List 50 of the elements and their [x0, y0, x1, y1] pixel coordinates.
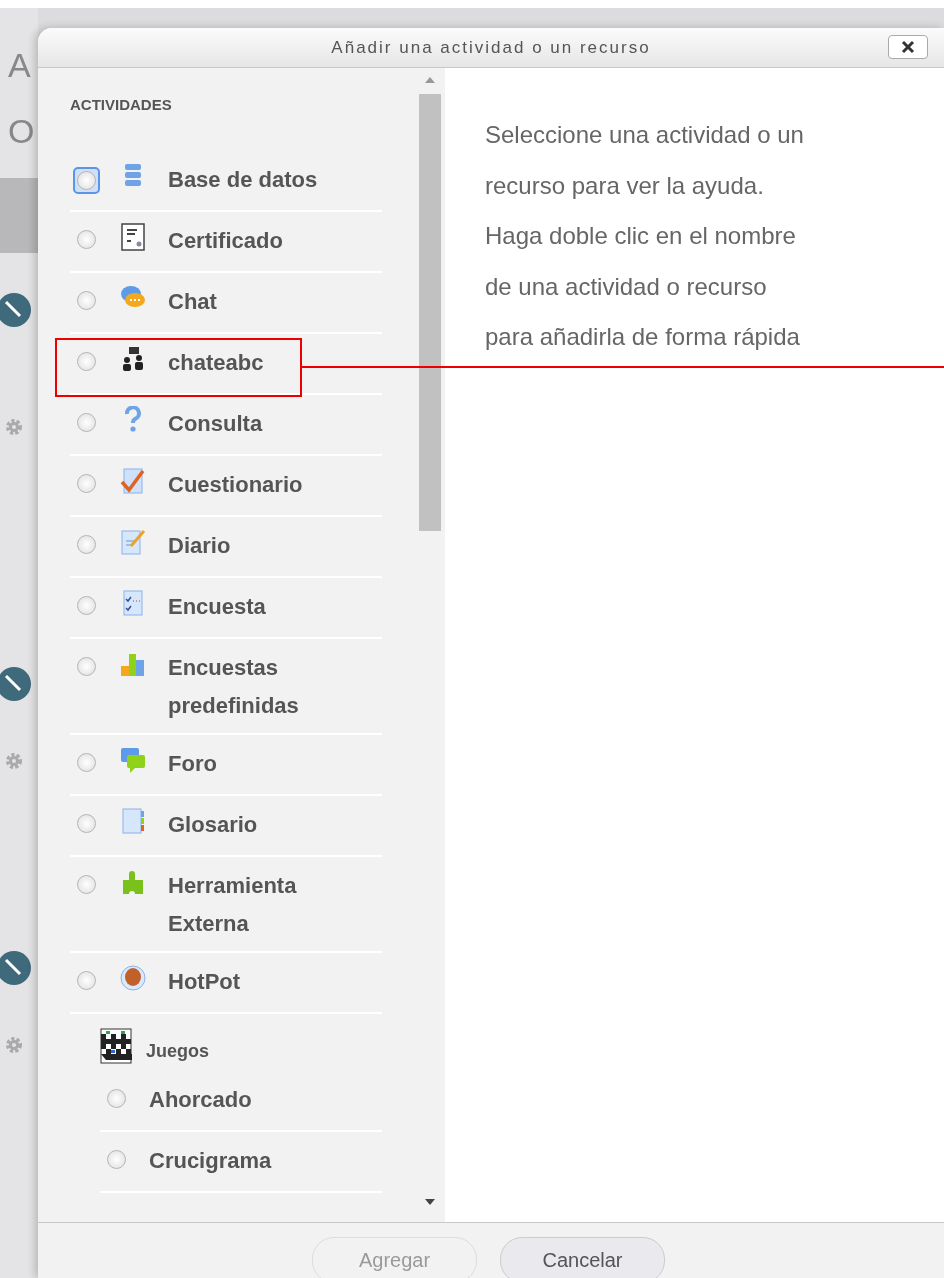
heading-letter: O [8, 114, 35, 148]
option-label[interactable]: Cuestionario [168, 465, 382, 504]
scroll-down-arrow-icon[interactable] [424, 1198, 436, 1206]
option-label[interactable]: Herramienta Externa [168, 866, 382, 943]
radio-button[interactable] [77, 970, 96, 990]
option-label[interactable]: Crucigrama [149, 1141, 382, 1180]
help-text: Seleccione una actividad o un recurso para ver la ayuda. Haga doble clic en el nombre de una actividad o recurso para añadirla de forma rápida [485, 120, 805, 352]
option-label[interactable]: Base de datos [168, 160, 382, 199]
close-icon [900, 39, 916, 55]
radio-button[interactable] [107, 1088, 126, 1108]
radio-button[interactable] [77, 813, 96, 833]
scrollbar-thumb[interactable] [419, 94, 441, 531]
option-label[interactable]: Encuesta [168, 587, 382, 626]
checkerboard-icon [100, 1028, 132, 1064]
radio-button[interactable] [77, 534, 96, 554]
gear-icon[interactable] [4, 751, 24, 771]
close-button[interactable] [888, 35, 928, 59]
checked-document-icon [119, 466, 147, 495]
option-label[interactable]: Foro [168, 744, 382, 783]
certificate-icon [119, 222, 147, 251]
option-label[interactable]: chateabc [168, 343, 382, 382]
pencil-document-icon [119, 527, 147, 556]
dialog-title: Añadir una actividad o un recurso [331, 36, 651, 59]
option-label[interactable]: Ahorcado [149, 1080, 382, 1119]
heading-letter: A [8, 48, 31, 82]
radio-button[interactable] [77, 874, 96, 894]
option-label[interactable]: Chat [168, 282, 382, 321]
dialog-button[interactable]: Cancelar [500, 1237, 665, 1278]
option-label[interactable]: Certificado [168, 221, 382, 260]
radio-button[interactable] [77, 412, 96, 432]
book-icon [119, 806, 147, 835]
radio-button[interactable] [77, 595, 96, 615]
option-label[interactable]: HotPot [168, 962, 382, 1001]
radio-button[interactable] [77, 473, 96, 493]
radio-button[interactable] [77, 656, 96, 676]
option-label[interactable]: Encuestas predefinidas [168, 648, 382, 725]
radio-button[interactable] [77, 290, 96, 310]
option-label[interactable]: Consulta [168, 404, 382, 443]
radio-button[interactable] [77, 229, 96, 249]
option-label[interactable]: Diario [168, 526, 382, 565]
speech-bubbles-icon [119, 745, 147, 774]
gear-icon[interactable] [4, 1035, 24, 1055]
radio-button[interactable] [77, 752, 96, 772]
section-heading: ACTIVIDADES [70, 95, 173, 115]
option-label[interactable]: Glosario [168, 805, 382, 844]
radio-button[interactable] [77, 351, 96, 371]
gear-icon[interactable] [4, 417, 24, 437]
scroll-up-arrow-icon[interactable] [424, 76, 436, 84]
group-label: Juegos [146, 1039, 210, 1063]
radio-button[interactable] [107, 1149, 126, 1169]
